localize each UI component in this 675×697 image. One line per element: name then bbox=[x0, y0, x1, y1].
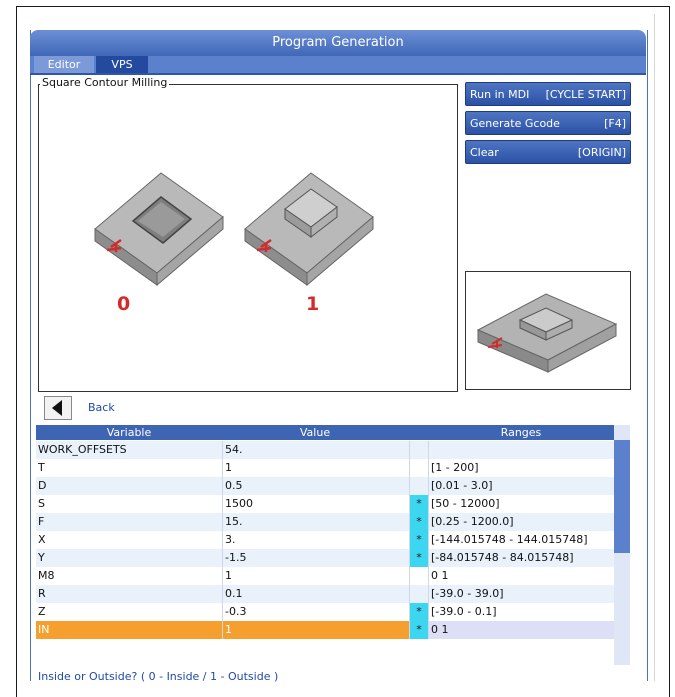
back-button[interactable] bbox=[44, 396, 72, 420]
value-cell[interactable]: -1.5 bbox=[222, 549, 411, 567]
required-marker bbox=[409, 585, 428, 603]
table-row[interactable]: D 0.5 [0.01 - 3.0] bbox=[36, 477, 614, 495]
required-marker: * bbox=[409, 531, 428, 549]
variable-cell: X bbox=[38, 533, 46, 546]
table-row[interactable]: S 1500 * [50 - 12000] bbox=[36, 495, 614, 513]
value-cell[interactable]: 0.5 bbox=[222, 477, 411, 495]
option-0-label: 0 bbox=[117, 293, 131, 315]
variable-cell: T bbox=[38, 461, 45, 474]
required-marker: * bbox=[409, 549, 428, 567]
table-row-selected[interactable]: IN 1 * 0 1 bbox=[36, 621, 617, 639]
range-cell: [50 - 12000] bbox=[428, 495, 617, 513]
range-cell: [-39.0 - 0.1] bbox=[428, 603, 617, 621]
table-row[interactable]: T 1 [1 - 200] bbox=[36, 459, 614, 477]
required-marker bbox=[409, 459, 428, 477]
option-1-boss-image[interactable] bbox=[231, 151, 391, 301]
option-0-pocket-image[interactable] bbox=[81, 151, 241, 301]
clear-label: Clear bbox=[470, 146, 499, 159]
variable-cell: M8 bbox=[38, 569, 55, 582]
value-cell[interactable]: -0.3 bbox=[222, 603, 411, 621]
variable-cell: Z bbox=[38, 605, 46, 618]
required-marker bbox=[409, 441, 428, 459]
back-link[interactable]: Back bbox=[88, 401, 115, 414]
table-row[interactable]: F 15. * [0.25 - 1200.0] bbox=[36, 513, 614, 531]
value-cell[interactable]: 1 bbox=[222, 459, 411, 477]
header-ranges: Ranges bbox=[500, 426, 542, 439]
variable-cell: IN bbox=[38, 623, 50, 636]
table-row[interactable]: Y -1.5 * [-84.015748 - 84.015748] bbox=[36, 549, 614, 567]
range-cell bbox=[428, 441, 617, 459]
back-arrow-icon bbox=[52, 400, 62, 416]
variable-cell: S bbox=[38, 497, 45, 510]
clear-key: [ORIGIN] bbox=[577, 146, 626, 159]
group-title: Square Contour Milling bbox=[40, 76, 170, 89]
value-cell[interactable]: 1500 bbox=[222, 495, 411, 513]
value-cell[interactable]: 0.1 bbox=[222, 585, 411, 603]
variable-cell: D bbox=[38, 479, 47, 492]
required-marker: * bbox=[409, 603, 428, 621]
value-cell[interactable]: 15. bbox=[222, 513, 411, 531]
run-in-mdi-label: Run in MDI bbox=[470, 88, 530, 101]
run-in-mdi-button[interactable]: Run in MDI [CYCLE START] bbox=[465, 82, 631, 106]
table-row[interactable]: Z -0.3 * [-39.0 - 0.1] bbox=[36, 603, 614, 621]
tab-editor[interactable]: Editor bbox=[34, 56, 94, 73]
table-row[interactable]: WORK_OFFSETS 54. bbox=[36, 441, 614, 459]
table-header: Variable Value Ranges bbox=[36, 425, 614, 440]
variable-cell: F bbox=[38, 515, 45, 528]
value-cell[interactable]: 54. bbox=[222, 441, 411, 459]
tab-underline bbox=[30, 73, 646, 75]
generate-gcode-label: Generate Gcode bbox=[470, 117, 560, 130]
preview-image bbox=[465, 271, 631, 390]
table-scrollbar[interactable] bbox=[614, 425, 630, 665]
range-cell: [1 - 200] bbox=[428, 459, 617, 477]
value-cell[interactable]: 1 bbox=[222, 567, 411, 585]
value-cell[interactable]: 3. bbox=[222, 531, 411, 549]
range-cell: [-84.015748 - 84.015748] bbox=[428, 549, 617, 567]
required-marker bbox=[409, 477, 428, 495]
window-title: Program Generation bbox=[30, 30, 646, 56]
run-in-mdi-key: [CYCLE START] bbox=[545, 88, 626, 101]
header-value: Value bbox=[299, 426, 331, 439]
required-marker bbox=[409, 567, 428, 585]
table-row[interactable]: M8 1 0 1 bbox=[36, 567, 614, 585]
generate-gcode-key: [F4] bbox=[604, 117, 626, 130]
variable-cell: WORK_OFFSETS bbox=[38, 443, 127, 456]
range-cell: [0.01 - 3.0] bbox=[428, 477, 617, 495]
variable-cell: R bbox=[38, 587, 46, 600]
help-text: Inside or Outside? ( 0 - Inside / 1 - Ou… bbox=[38, 670, 279, 683]
required-marker: * bbox=[409, 513, 428, 531]
value-cell[interactable]: 1 bbox=[222, 621, 411, 639]
variable-cell: Y bbox=[38, 551, 45, 564]
range-cell: 0 1 bbox=[428, 621, 617, 639]
range-cell: [-39.0 - 39.0] bbox=[428, 585, 617, 603]
generate-gcode-button[interactable]: Generate Gcode [F4] bbox=[465, 111, 631, 135]
header-variable: Variable bbox=[106, 426, 152, 439]
range-cell: [-144.015748 - 144.015748] bbox=[428, 531, 617, 549]
range-cell: 0 1 bbox=[428, 567, 617, 585]
option-1-label: 1 bbox=[306, 293, 320, 315]
required-marker: * bbox=[409, 621, 428, 639]
clear-button[interactable]: Clear [ORIGIN] bbox=[465, 140, 631, 164]
divider bbox=[654, 14, 655, 681]
required-marker: * bbox=[409, 495, 428, 513]
table-row[interactable]: R 0.1 [-39.0 - 39.0] bbox=[36, 585, 614, 603]
scrollbar-thumb[interactable] bbox=[614, 440, 630, 553]
table-row[interactable]: X 3. * [-144.015748 - 144.015748] bbox=[36, 531, 614, 549]
tab-vps[interactable]: VPS bbox=[96, 56, 148, 73]
range-cell: [0.25 - 1200.0] bbox=[428, 513, 617, 531]
preview-boss-image bbox=[476, 293, 618, 373]
template-group-box bbox=[38, 84, 458, 392]
tab-bar: Editor VPS bbox=[30, 56, 646, 73]
